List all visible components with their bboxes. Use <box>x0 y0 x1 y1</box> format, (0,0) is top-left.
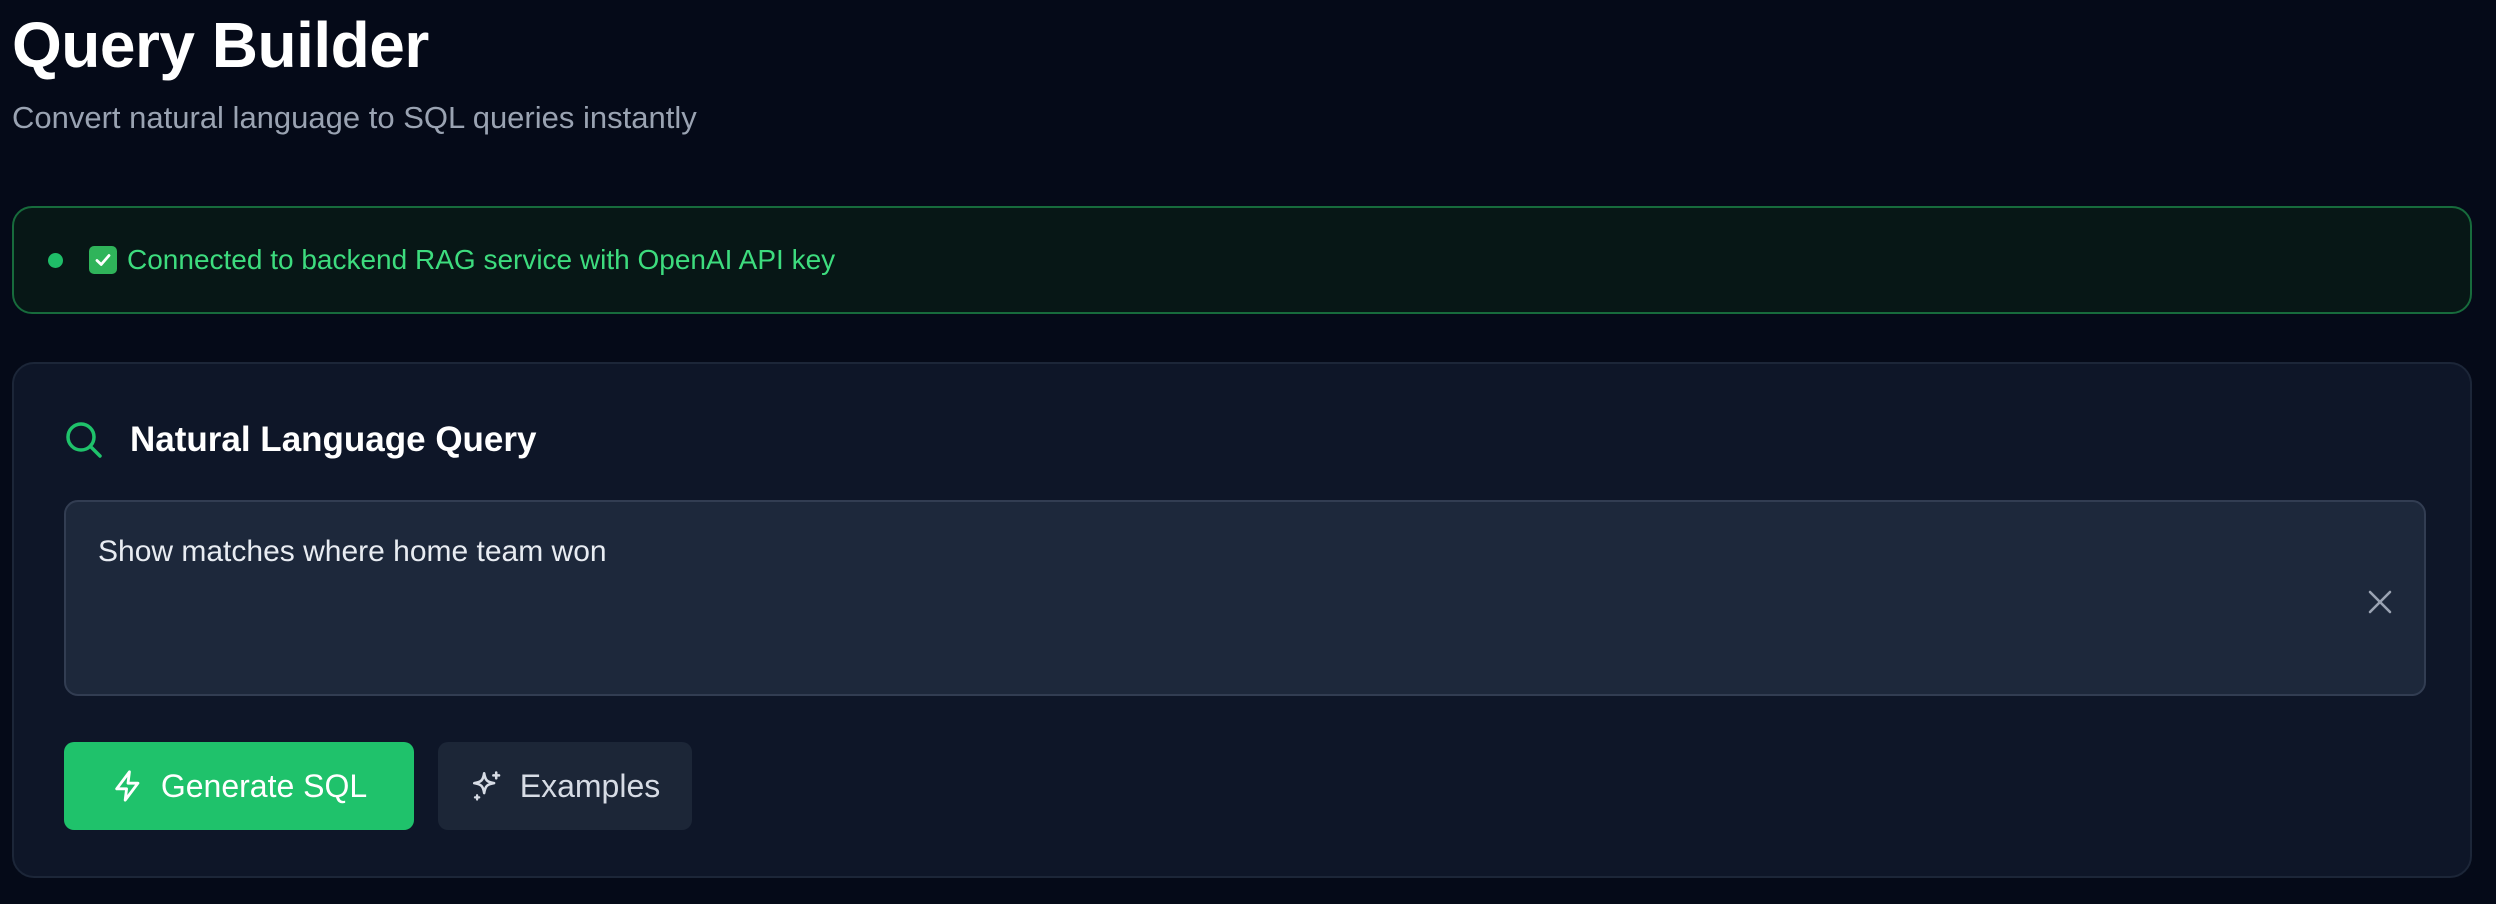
lightning-icon <box>115 770 140 802</box>
connection-status-banner: Connected to backend RAG service with Op… <box>12 206 2472 314</box>
query-builder-page: Query Builder Convert natural language t… <box>0 0 2496 904</box>
status-text: Connected to backend RAG service with Op… <box>127 244 836 275</box>
examples-label: Examples <box>519 767 661 804</box>
examples-button[interactable]: Examples <box>438 742 692 830</box>
query-input-container: Show matches where home team won <box>64 500 2426 696</box>
page-subtitle: Convert natural language to SQL queries … <box>12 100 697 135</box>
page-title: Query Builder <box>12 9 429 81</box>
card-header: Natural Language Query <box>64 418 536 462</box>
natural-language-query-card: Natural Language Query Show matches wher… <box>12 362 2472 878</box>
sparkles-icon <box>472 771 501 801</box>
check-box-icon <box>89 246 117 274</box>
search-icon <box>66 422 102 458</box>
generate-sql-button[interactable]: Generate SQL <box>64 742 414 830</box>
query-input[interactable]: Show matches where home team won <box>66 502 2424 694</box>
card-title: Natural Language Query <box>130 420 537 459</box>
status-dot-icon <box>48 252 63 268</box>
clear-query-button[interactable] <box>2362 584 2398 620</box>
close-icon <box>2368 590 2392 614</box>
generate-sql-label: Generate SQL <box>160 767 368 804</box>
